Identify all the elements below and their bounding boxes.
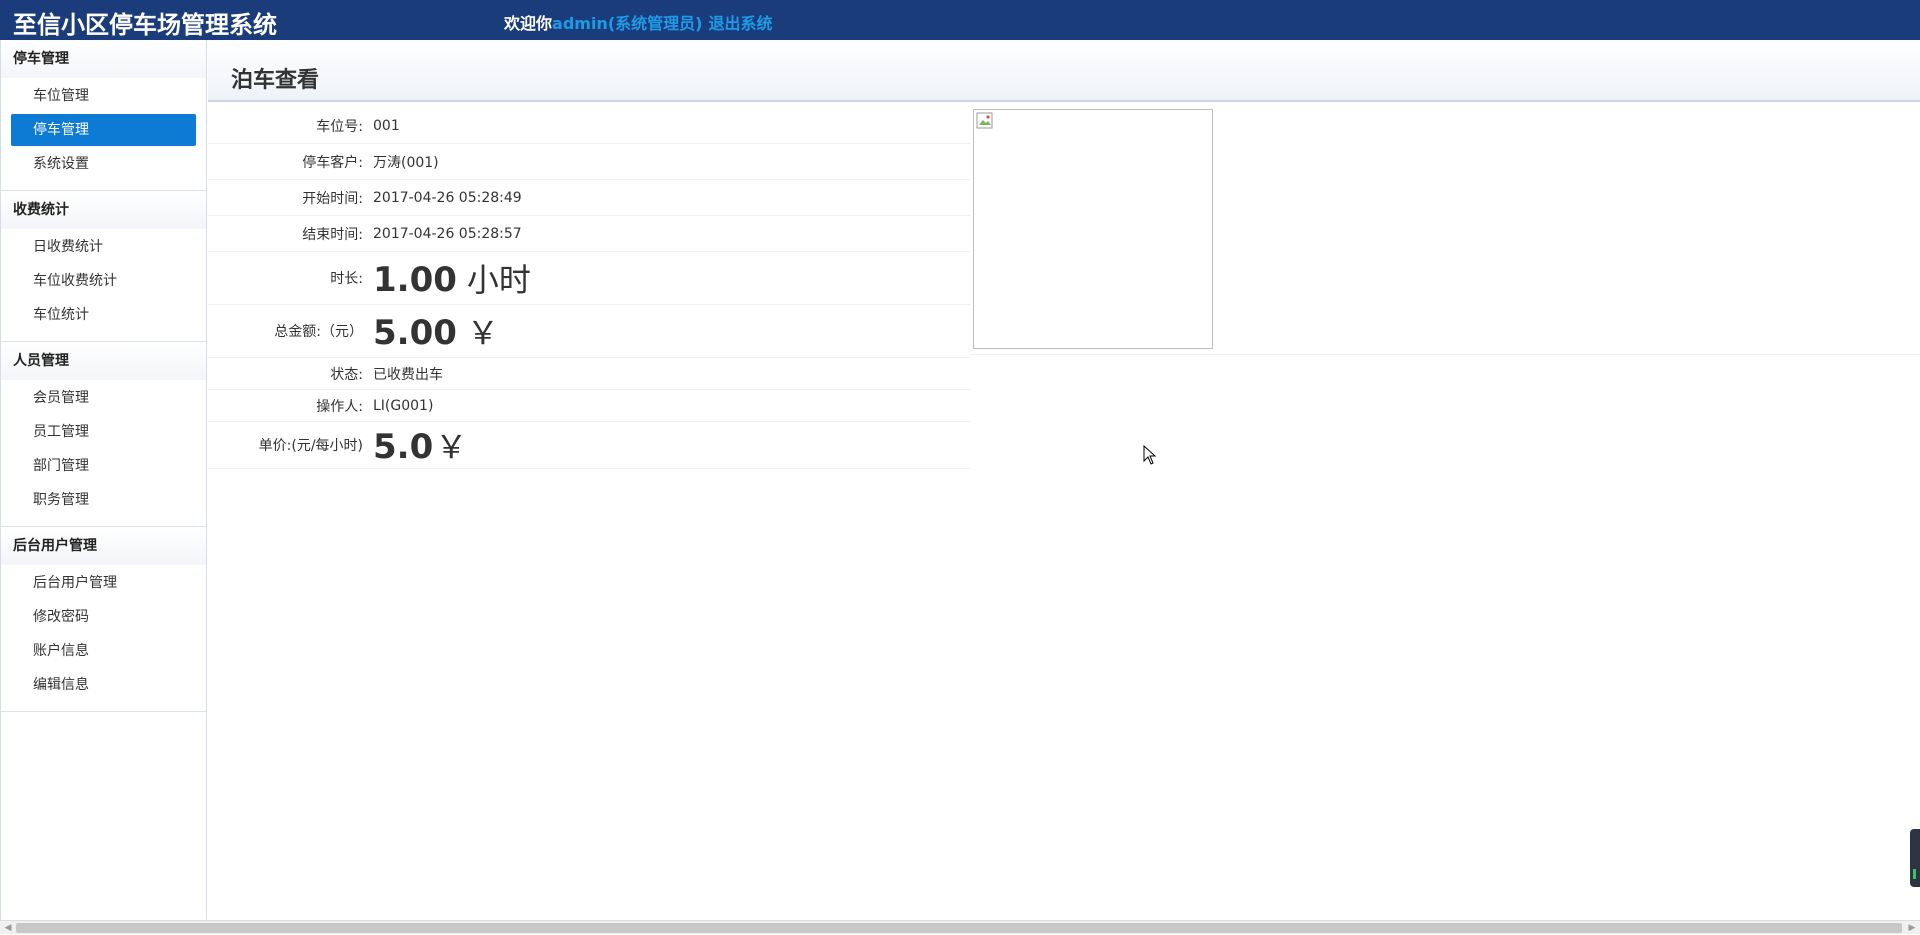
end-time-label: 结束时间: [302, 226, 363, 243]
sidebar: 停车管理 车位管理 停车管理 系统设置 收费统计 日收费统计 车位收费统计 车位统计 人员管理会… [0, 40, 207, 920]
divider [970, 354, 1920, 355]
total-label: 总金额:（元） [274, 324, 363, 340]
sidebar-section-title[interactable]: 人员管理 [1, 342, 206, 380]
start-time-value: 2017-04-26 05:28:49 [373, 189, 522, 206]
sidebar-item[interactable]: 会员管理 [11, 382, 196, 414]
sidebar-item[interactable]: 账户信息 [11, 635, 196, 667]
duration-value: 1.00 [373, 260, 457, 300]
current-role: (系统管理员) [607, 14, 703, 33]
end-time-value: 2017-04-26 05:28:57 [373, 225, 522, 242]
sidebar-item[interactable]: 后台用户管理 [11, 567, 196, 599]
sidebar-item[interactable]: 车位管理 [11, 80, 196, 112]
row-customer: 停车客户: 万涛(001) [208, 144, 970, 180]
row-operator: 操作人: LI(G001) [208, 390, 970, 422]
sidebar-section: 人员管理 会员管理 员工管理 部门管理 职务管理 [1, 342, 206, 527]
broken-image-icon [976, 112, 993, 129]
page-title: 泊车查看 [231, 68, 320, 93]
row-status: 状态: 已收费出车 [208, 358, 970, 390]
sidebar-item[interactable]: 停车管理 [11, 114, 196, 146]
row-end-time: 结束时间: 2017-04-26 05:28:57 [208, 216, 970, 252]
row-total: 总金额:（元） 5.00 ￥ [208, 305, 970, 358]
scroll-right-arrow-icon[interactable]: ▶ [1905, 921, 1919, 935]
total-value: 5.00 [373, 313, 457, 353]
total-value-wrap: 5.00 ￥ [373, 308, 499, 354]
unit-price-value-wrap: 5.0￥ [373, 422, 467, 468]
floating-widget[interactable] [1910, 829, 1920, 887]
status-value: 已收费出车 [373, 366, 443, 383]
current-user: admin [552, 14, 608, 33]
operator-value: LI(G001) [373, 397, 434, 414]
main-content: 泊车查看 车位号: 001 停车客户: 万涛(001) 开始时间: 2017-0… [208, 40, 1920, 920]
row-start-time: 开始时间: 2017-04-26 05:28:49 [208, 180, 970, 216]
space-no-value: 001 [373, 117, 400, 134]
mouse-cursor-icon [1143, 445, 1157, 465]
app-title: 至信小区停车场管理系统 [13, 10, 277, 39]
car-photo [973, 109, 1213, 349]
sidebar-section: 停车管理 车位管理 停车管理 系统设置 [1, 40, 206, 191]
top-header: 至信小区停车场管理系统 欢迎你admin(系统管理员) 退出系统 [0, 0, 1920, 40]
duration-unit: 小时 [466, 261, 531, 299]
sidebar-item[interactable]: 编辑信息 [11, 669, 196, 701]
sidebar-item[interactable]: 职务管理 [11, 484, 196, 516]
horizontal-scrollbar[interactable]: ◀ ▶ [0, 920, 1920, 934]
row-unit-price: 单价:(元/每小时) 5.0￥ [208, 422, 970, 469]
sidebar-item[interactable]: 日收费统计 [11, 231, 196, 263]
page-header: 泊车查看 [208, 40, 1920, 102]
duration-label: 时长: [330, 271, 363, 287]
sidebar-section: 收费统计 日收费统计 车位收费统计 车位统计 [1, 191, 206, 342]
unit-price-value: 5.0 [373, 427, 434, 467]
status-label: 状态: [330, 366, 363, 383]
widget-indicator [1913, 869, 1916, 879]
total-unit: ￥ [466, 314, 499, 352]
start-time-label: 开始时间: [302, 190, 363, 207]
unit-price-label: 单价:(元/每小时) [258, 438, 363, 454]
scrollbar-thumb[interactable] [16, 923, 1902, 933]
unit-price-unit: ￥ [435, 428, 468, 466]
duration-value-wrap: 1.00 小时 [373, 255, 531, 301]
sidebar-section-title[interactable]: 停车管理 [1, 40, 206, 78]
sidebar-section-title[interactable]: 后台用户管理 [1, 527, 206, 565]
scroll-left-arrow-icon[interactable]: ◀ [1, 921, 15, 935]
sidebar-section-title[interactable]: 收费统计 [1, 191, 206, 229]
sidebar-section: 后台用户管理 后台用户管理 修改密码 账户信息 编辑信息 [1, 527, 206, 712]
row-duration: 时长: 1.00 小时 [208, 252, 970, 305]
space-no-label: 车位号: [316, 118, 363, 135]
customer-label: 停车客户: [302, 154, 363, 171]
welcome-prefix: 欢迎你 [504, 14, 553, 33]
customer-value: 万涛(001) [373, 154, 439, 171]
welcome-text: 欢迎你admin(系统管理员) 退出系统 [504, 10, 772, 34]
row-space-no: 车位号: 001 [208, 108, 970, 144]
sidebar-item[interactable]: 车位收费统计 [11, 265, 196, 297]
sidebar-item[interactable]: 员工管理 [11, 416, 196, 448]
logout-link[interactable]: 退出系统 [708, 14, 772, 33]
sidebar-item[interactable]: 车位统计 [11, 299, 196, 331]
sidebar-item[interactable]: 修改密码 [11, 601, 196, 633]
operator-label: 操作人: [316, 398, 363, 415]
parking-detail-table: 车位号: 001 停车客户: 万涛(001) 开始时间: 2017-04-26 … [208, 108, 970, 469]
sidebar-item[interactable]: 系统设置 [11, 148, 196, 180]
sidebar-item[interactable]: 部门管理 [11, 450, 196, 482]
